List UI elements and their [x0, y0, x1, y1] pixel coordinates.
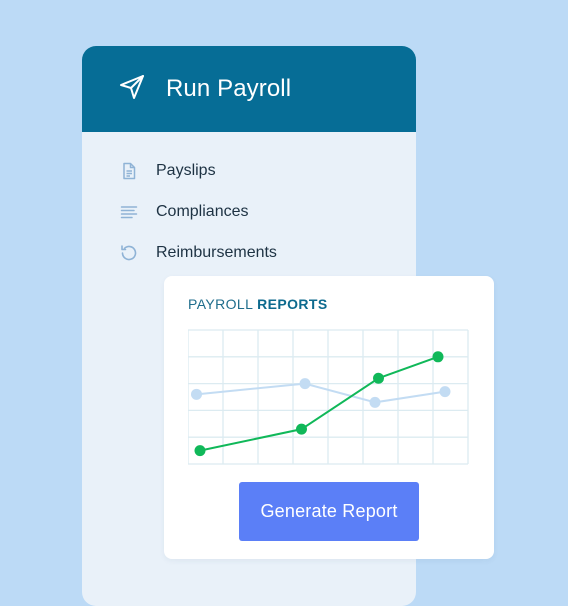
menu-item-compliances[interactable]: Compliances: [118, 191, 277, 232]
menu-item-label: Payslips: [156, 161, 216, 179]
chart-point-1-0: [194, 445, 206, 457]
panel-title: Run Payroll: [166, 75, 292, 102]
card-title: PAYROLL REPORTS: [188, 296, 328, 312]
card-title-emphasis: REPORTS: [257, 296, 328, 312]
document-icon: [118, 160, 140, 182]
chart-point-1-2: [373, 372, 384, 384]
chart-series-line-0: [196, 382, 446, 404]
chart-point-0-0: [191, 388, 202, 400]
menu-item-label: Compliances: [156, 202, 249, 220]
chart-series-line-1: [199, 355, 439, 452]
chart-point-0-1: [299, 378, 311, 390]
history-icon: [118, 242, 140, 264]
payroll-reports-card: PAYROLL REPORTS Generate Report: [164, 276, 494, 559]
chart-point-0-2: [369, 396, 381, 408]
chart-point-0-3: [439, 386, 451, 398]
lines-icon: [118, 201, 140, 223]
chart-point-1-1: [296, 423, 307, 435]
menu-item-payslips[interactable]: Payslips: [118, 150, 277, 191]
chart-point-1-3: [432, 351, 444, 363]
payroll-menu: Payslips Compliances Reimbursements: [118, 150, 277, 273]
menu-item-reimbursements[interactable]: Reimbursements: [118, 232, 277, 273]
panel-header: Run Payroll: [82, 46, 416, 132]
generate-report-button[interactable]: Generate Report: [239, 482, 419, 541]
menu-item-label: Reimbursements: [156, 243, 277, 261]
payroll-line-chart: [188, 329, 469, 465]
send-icon: [118, 73, 146, 106]
card-title-prefix: PAYROLL: [188, 296, 253, 312]
